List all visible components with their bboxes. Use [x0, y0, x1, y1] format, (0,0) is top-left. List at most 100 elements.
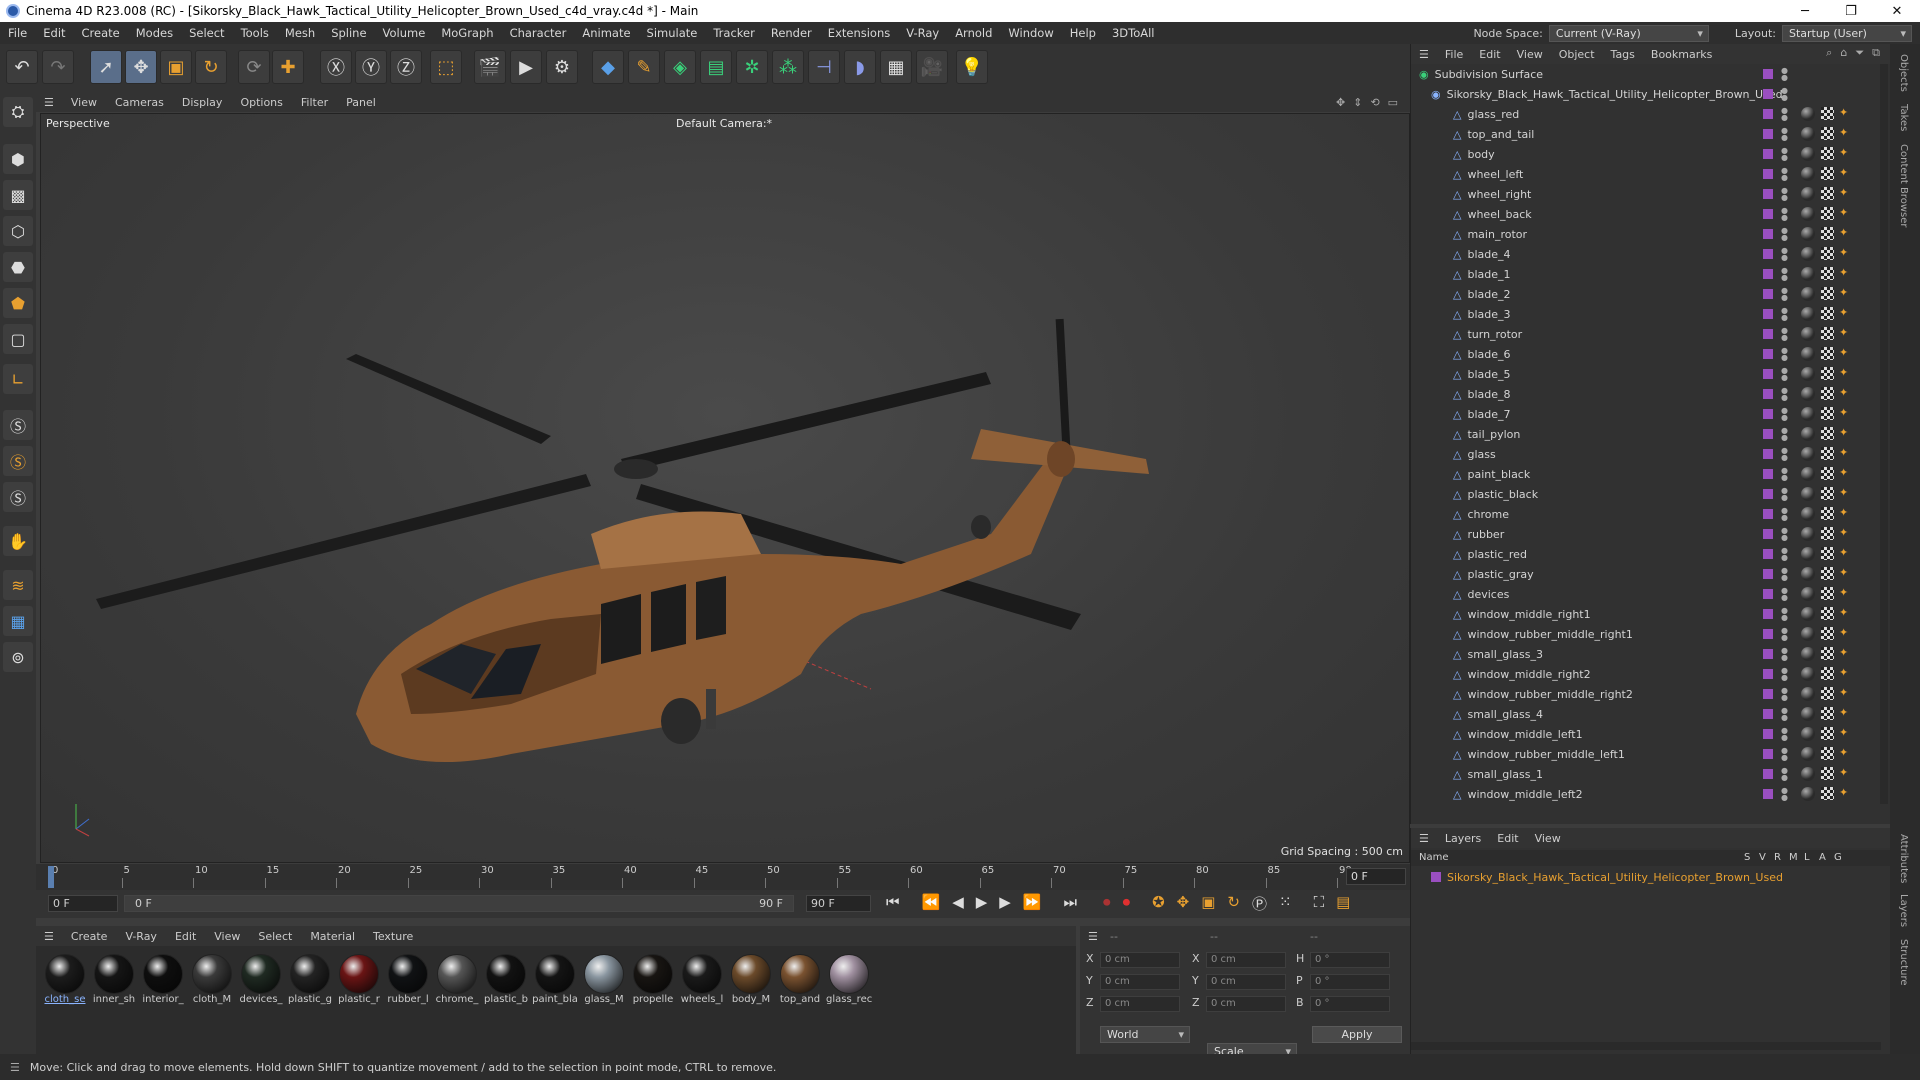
visibility-dots[interactable]: ● ●: [1781, 387, 1788, 402]
object-row[interactable]: △ glass ● ● ✦: [1411, 444, 1881, 464]
material-tag-icon[interactable]: [1801, 487, 1815, 501]
floor-icon[interactable]: ▦: [880, 50, 912, 84]
menu-item[interactable]: Modes: [128, 26, 181, 40]
material-tag-icon[interactable]: [1801, 527, 1815, 541]
material-swatch[interactable]: cloth_se: [42, 954, 88, 1005]
select-tool-icon[interactable]: ➚: [90, 50, 122, 84]
object-name[interactable]: wheel_back: [1467, 208, 1531, 221]
checker-tag-icon[interactable]: [1821, 527, 1834, 540]
visibility-dots[interactable]: ● ●: [1781, 127, 1788, 142]
object-name[interactable]: plastic_black: [1467, 488, 1538, 501]
next-frame-icon[interactable]: ▶: [999, 893, 1011, 914]
material-tag-icon[interactable]: [1801, 587, 1815, 601]
material-menu-item[interactable]: V-Ray: [116, 930, 166, 943]
layer-menu-item[interactable]: View: [1527, 832, 1569, 845]
menu-item[interactable]: Tracker: [705, 26, 763, 40]
coord-field[interactable]: 0 cm: [1206, 996, 1286, 1012]
object-row[interactable]: △ small_glass_1 ● ● ✦: [1411, 764, 1881, 784]
object-name[interactable]: window_middle_right2: [1467, 668, 1590, 681]
tab-structure[interactable]: Structure: [1898, 939, 1909, 986]
rotate-tool-icon[interactable]: ↻: [195, 50, 227, 84]
object-row[interactable]: △ blade_5 ● ● ✦: [1411, 364, 1881, 384]
object-name[interactable]: wheel_right: [1467, 188, 1531, 201]
checker-tag-icon[interactable]: [1821, 447, 1834, 460]
phong-tag-icon[interactable]: ✦: [1839, 646, 1848, 659]
visibility-dots[interactable]: ● ●: [1781, 487, 1788, 502]
material-swatch[interactable]: rubber_l: [385, 954, 431, 1005]
visibility-dots[interactable]: ● ●: [1781, 687, 1788, 702]
object-row[interactable]: △ blade_1 ● ● ✦: [1411, 264, 1881, 284]
object-row[interactable]: △ window_middle_right2 ● ● ✦: [1411, 664, 1881, 684]
visibility-dots[interactable]: ● ●: [1781, 627, 1788, 642]
object-row[interactable]: △ plastic_gray ● ● ✦: [1411, 564, 1881, 584]
object-row[interactable]: △ small_glass_4 ● ● ✦: [1411, 704, 1881, 724]
tweak-icon[interactable]: ✋: [3, 526, 33, 556]
object-row[interactable]: △ chrome ● ● ✦: [1411, 504, 1881, 524]
coord-field[interactable]: 0 cm: [1100, 996, 1180, 1012]
render-region-icon[interactable]: 🎬: [474, 50, 506, 84]
phong-tag-icon[interactable]: ✦: [1839, 186, 1848, 199]
phong-tag-icon[interactable]: ✦: [1839, 466, 1848, 479]
object-scrollbar[interactable]: [1880, 64, 1888, 804]
checker-tag-icon[interactable]: [1821, 267, 1834, 280]
material-tag-icon[interactable]: [1801, 407, 1815, 421]
checker-tag-icon[interactable]: [1821, 427, 1834, 440]
checker-tag-icon[interactable]: [1821, 707, 1834, 720]
material-hamburger-icon[interactable]: ☰: [36, 930, 62, 943]
material-tag-icon[interactable]: [1801, 167, 1815, 181]
key-rot-icon[interactable]: ↻: [1227, 893, 1240, 914]
coord-field[interactable]: 0 °: [1310, 952, 1390, 968]
visibility-dots[interactable]: ● ●: [1781, 767, 1788, 782]
menu-item[interactable]: 3DToAll: [1104, 26, 1163, 40]
phong-tag-icon[interactable]: ✦: [1839, 306, 1848, 319]
material-tag-icon[interactable]: [1801, 507, 1815, 521]
menu-item[interactable]: File: [0, 26, 35, 40]
object-menu-item[interactable]: File: [1437, 48, 1471, 61]
material-tag-icon[interactable]: [1801, 327, 1815, 341]
checker-tag-icon[interactable]: [1821, 767, 1834, 780]
edges-mode-icon[interactable]: ⬣: [3, 252, 33, 282]
object-menu-item[interactable]: Edit: [1471, 48, 1508, 61]
layer-hamburger-icon[interactable]: ☰: [1411, 832, 1437, 845]
menu-item[interactable]: Character: [502, 26, 575, 40]
checker-tag-icon[interactable]: [1821, 227, 1834, 240]
visibility-dots[interactable]: ● ●: [1781, 367, 1788, 382]
locked-workplane-icon[interactable]: ⊚: [3, 642, 33, 672]
menu-item[interactable]: Select: [181, 26, 232, 40]
viewport-menu-item[interactable]: Filter: [292, 96, 337, 109]
layer-name[interactable]: Sikorsky_Black_Hawk_Tactical_Utility_Hel…: [1447, 871, 1783, 884]
range-slider[interactable]: 0 F 90 F: [124, 895, 794, 912]
phong-tag-icon[interactable]: ✦: [1839, 386, 1848, 399]
material-tag-icon[interactable]: [1801, 647, 1815, 661]
start-frame-field[interactable]: 0 F: [48, 895, 118, 912]
phong-tag-icon[interactable]: ✦: [1839, 226, 1848, 239]
material-swatch[interactable]: wheels_l: [679, 954, 725, 1005]
material-tag-icon[interactable]: [1801, 247, 1815, 261]
object-name[interactable]: small_glass_4: [1467, 708, 1543, 721]
object-name[interactable]: devices: [1467, 588, 1509, 601]
object-menu-item[interactable]: View: [1509, 48, 1551, 61]
viewport-menu-item[interactable]: View: [62, 96, 106, 109]
status-hamburger-icon[interactable]: ☰: [0, 1061, 30, 1074]
coord-field[interactable]: 0 cm: [1206, 974, 1286, 990]
hamburger-icon[interactable]: ☰: [36, 96, 62, 109]
phong-tag-icon[interactable]: ✦: [1839, 786, 1848, 799]
object-name[interactable]: blade_2: [1467, 288, 1510, 301]
phong-tag-icon[interactable]: ✦: [1839, 406, 1848, 419]
material-swatch[interactable]: glass_M: [581, 954, 627, 1005]
checker-tag-icon[interactable]: [1821, 547, 1834, 560]
material-swatch[interactable]: glass_rec: [826, 954, 872, 1005]
tab-layers[interactable]: Layers: [1898, 894, 1909, 927]
extrude-icon[interactable]: ▤: [700, 50, 732, 84]
material-menu-item[interactable]: Edit: [166, 930, 205, 943]
phong-tag-icon[interactable]: ✦: [1839, 206, 1848, 219]
menu-item[interactable]: Extensions: [820, 26, 898, 40]
object-row[interactable]: △ top_and_tail ● ● ✦: [1411, 124, 1881, 144]
visibility-dots[interactable]: ● ●: [1781, 447, 1788, 462]
object-name[interactable]: glass: [1467, 448, 1495, 461]
material-swatch[interactable]: devices_: [238, 954, 284, 1005]
coord-field[interactable]: 0 °: [1310, 996, 1390, 1012]
make-editable-icon[interactable]: ⛭: [3, 97, 33, 127]
end-frame-field[interactable]: 90 F: [806, 895, 871, 912]
material-tag-icon[interactable]: [1801, 207, 1815, 221]
